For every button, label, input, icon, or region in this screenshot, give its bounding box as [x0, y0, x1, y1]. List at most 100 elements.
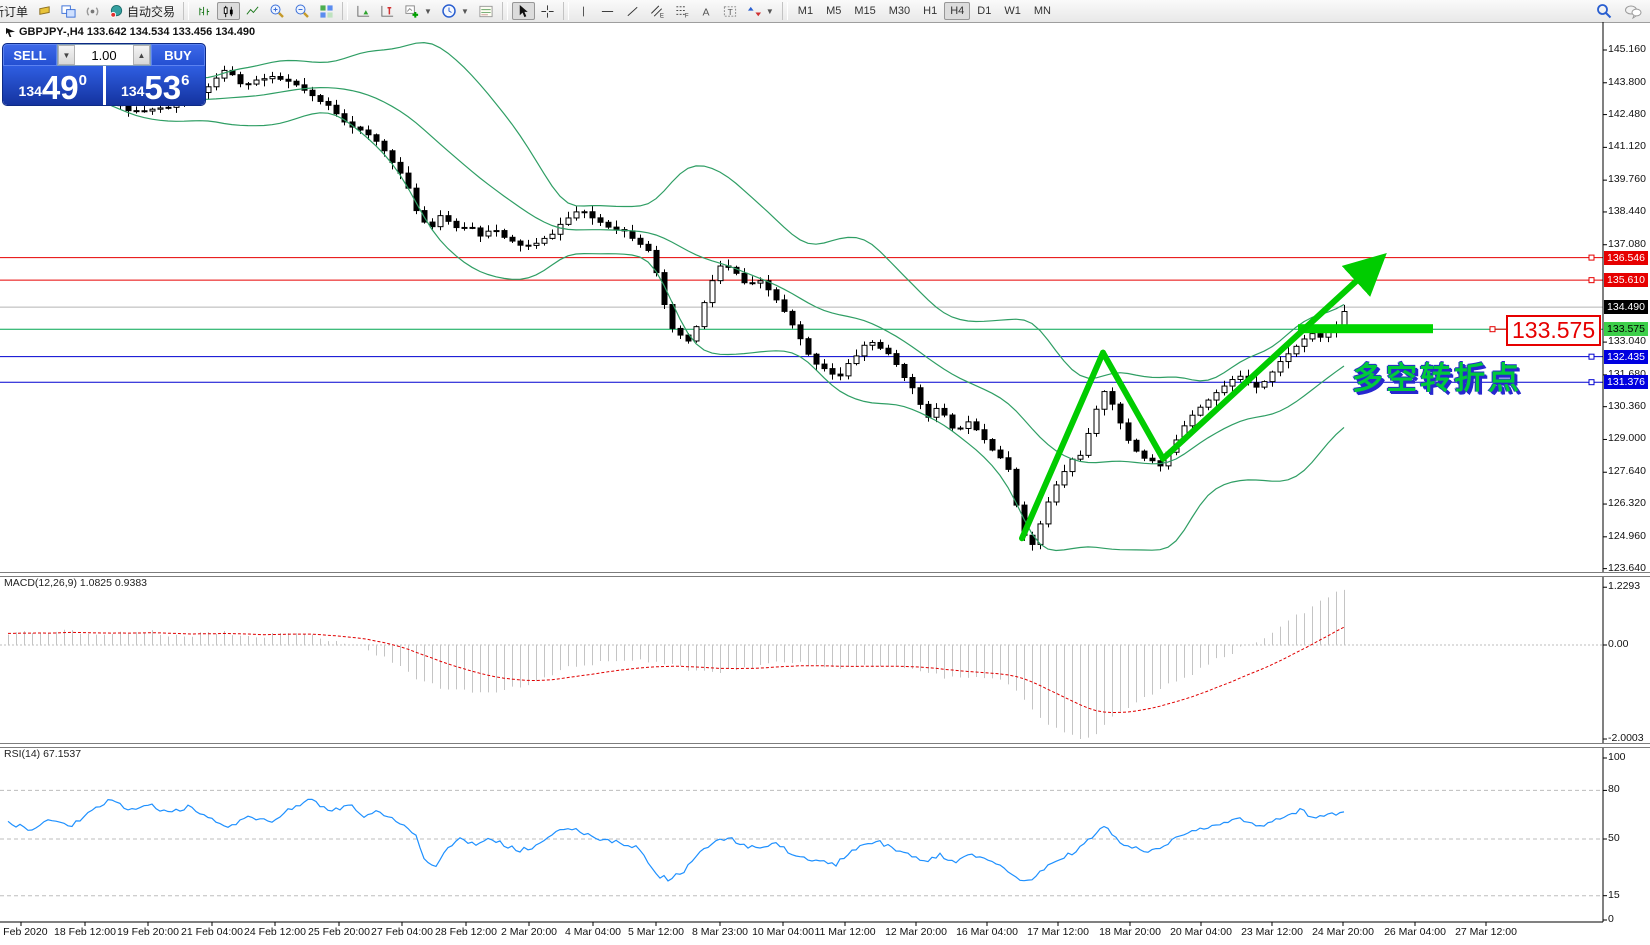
x-axis-label: 20 Mar 04:00 — [1170, 926, 1232, 938]
line-anchor-marker — [1589, 278, 1594, 283]
x-axis-label: 17 Mar 12:00 — [1027, 926, 1089, 938]
candle — [526, 245, 531, 246]
candle — [1286, 354, 1291, 362]
candle — [270, 76, 275, 78]
candle — [990, 440, 995, 450]
pane-separator[interactable] — [0, 572, 1650, 577]
volume-increase-button[interactable]: ▲ — [133, 45, 150, 65]
x-axis-label: 28 Feb 12:00 — [435, 926, 497, 938]
candle — [238, 75, 243, 84]
y-axis-label: 123.640 — [1608, 562, 1646, 574]
candle — [1294, 346, 1299, 353]
candle — [430, 222, 435, 227]
candle — [158, 108, 163, 109]
candle — [1134, 440, 1139, 451]
candle — [310, 90, 315, 95]
candle — [1254, 383, 1259, 388]
line-anchor-marker — [1589, 354, 1594, 359]
candle — [958, 428, 963, 429]
volume-value[interactable]: 1.00 — [75, 45, 133, 65]
y-axis-label: 130.360 — [1608, 400, 1646, 412]
candle — [534, 243, 539, 245]
candle — [494, 231, 499, 232]
x-axis-label: 25 Feb 20:00 — [308, 926, 370, 938]
x-axis-label: 27 Feb 04:00 — [371, 926, 433, 938]
annotation-text[interactable]: 多空转折点 — [1352, 353, 1522, 398]
candle — [550, 234, 555, 238]
x-axis-label: 5 Mar 12:00 — [628, 926, 684, 938]
y-axis-label: 141.120 — [1608, 140, 1646, 152]
candle — [142, 111, 147, 112]
candle — [878, 342, 883, 348]
x-axis-label: 21 Feb 04:00 — [181, 926, 243, 938]
candle — [758, 281, 763, 283]
sell-price[interactable]: 134490 — [3, 66, 103, 105]
price-tag-label[interactable]: 133.575 — [1506, 315, 1601, 346]
y-axis-label: 100 — [1608, 751, 1626, 763]
candle — [366, 130, 371, 135]
candle — [598, 218, 603, 222]
volume-control: ▼ 1.00 ▲ — [57, 44, 151, 66]
candle — [374, 135, 379, 141]
candle — [1230, 380, 1235, 387]
candle — [942, 408, 947, 415]
candle — [910, 378, 915, 388]
candle — [806, 339, 811, 354]
candle — [782, 300, 787, 311]
x-axis-label: 26 Mar 04:00 — [1384, 926, 1446, 938]
y-axis-label: 142.480 — [1608, 108, 1646, 120]
x-axis-label: 12 Mar 20:00 — [885, 926, 947, 938]
candle — [574, 212, 579, 218]
candle — [710, 281, 715, 303]
y-axis-label: 1.2293 — [1608, 580, 1640, 592]
candle — [470, 227, 475, 228]
candle — [982, 430, 987, 440]
candle — [838, 374, 843, 376]
candle — [1222, 386, 1227, 393]
candle — [1102, 392, 1107, 410]
sell-button[interactable]: SELL — [3, 44, 57, 66]
candle — [1046, 502, 1051, 524]
buy-price[interactable]: 134536 — [106, 66, 206, 105]
candle — [222, 70, 227, 78]
y-axis-label: 137.080 — [1608, 238, 1646, 250]
candle — [246, 84, 251, 85]
candle — [1302, 339, 1307, 346]
candle — [814, 354, 819, 364]
one-click-trading-panel: SELL ▼ 1.00 ▲ BUY 134490 134536 — [3, 44, 205, 105]
volume-decrease-button[interactable]: ▼ — [58, 45, 75, 65]
candle — [886, 348, 891, 353]
line-anchor-marker — [1589, 380, 1594, 385]
candle — [254, 80, 259, 84]
candle — [1142, 451, 1147, 458]
candle — [510, 237, 515, 241]
x-axis-label: 23 Mar 12:00 — [1241, 926, 1303, 938]
candle — [702, 303, 707, 327]
candle — [486, 231, 491, 236]
chart-canvas[interactable] — [0, 0, 1650, 945]
buy-button[interactable]: BUY — [151, 44, 205, 66]
price-level-badge: 136.546 — [1604, 251, 1648, 265]
x-axis-label: 2 Mar 20:00 — [501, 926, 557, 938]
price-level-badge: 134.490 — [1604, 300, 1648, 314]
candle — [974, 422, 979, 430]
candle — [1150, 458, 1155, 461]
y-axis-label: 127.640 — [1608, 465, 1646, 477]
candle — [1214, 393, 1219, 400]
candle — [134, 111, 139, 112]
candle — [1262, 382, 1267, 388]
candle — [870, 342, 875, 345]
x-axis-label: 7 Feb 2020 — [0, 926, 48, 938]
price-level-badge: 131.376 — [1604, 375, 1648, 389]
y-axis-label: 145.160 — [1608, 43, 1646, 55]
candle — [790, 311, 795, 324]
y-axis-label: -2.0003 — [1608, 732, 1644, 744]
y-axis-label: 139.760 — [1608, 173, 1646, 185]
candle — [166, 107, 171, 108]
candle — [614, 227, 619, 229]
pane-separator[interactable] — [0, 743, 1650, 748]
candle — [1006, 458, 1011, 470]
candle — [1270, 372, 1275, 382]
y-axis-label: 133.040 — [1608, 335, 1646, 347]
candle — [1318, 334, 1323, 338]
